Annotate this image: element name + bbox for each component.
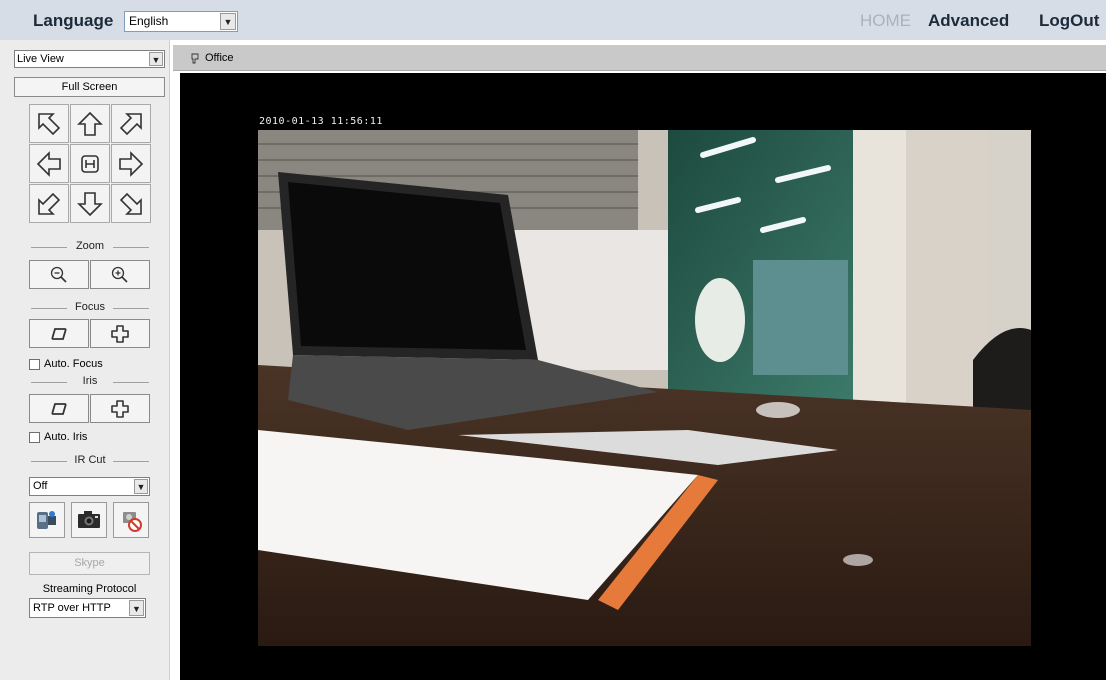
- focus-far-icon: [111, 324, 129, 343]
- pan-right-button[interactable]: [111, 144, 151, 183]
- streaming-protocol-select[interactable]: RTP over HTTP ▼: [29, 598, 146, 618]
- focus-near-icon: [51, 327, 67, 340]
- office-scene-image: [258, 130, 1031, 646]
- arrow-up-icon: [77, 111, 103, 136]
- stop-recording-button[interactable]: [113, 502, 149, 538]
- auto-focus-checkbox-row[interactable]: Auto. Focus: [29, 358, 103, 370]
- arrow-left-icon: [36, 150, 61, 177]
- auto-focus-label: Auto. Focus: [44, 358, 103, 370]
- iris-close-button[interactable]: [29, 394, 89, 423]
- iris-open-icon: [111, 399, 129, 418]
- pan-up-right-button[interactable]: [111, 104, 151, 143]
- zoom-out-button[interactable]: [29, 260, 89, 289]
- ptz-home-button[interactable]: [70, 144, 110, 183]
- pan-left-button[interactable]: [29, 144, 69, 183]
- view-mode-value: Live View: [17, 53, 64, 65]
- pan-down-right-button[interactable]: [111, 184, 151, 223]
- focus-near-button[interactable]: [29, 319, 89, 348]
- nav-logout-link[interactable]: LogOut: [1039, 11, 1099, 31]
- snapshot-button[interactable]: [71, 502, 107, 538]
- arrow-up-left-icon: [38, 112, 61, 135]
- auto-iris-label: Auto. Iris: [44, 431, 88, 443]
- control-sidebar: Live View ▼ Full Screen Zoom Focus Auto.…: [0, 40, 170, 680]
- tilt-up-button[interactable]: [70, 104, 110, 143]
- home-icon: [81, 154, 99, 173]
- auto-iris-checkbox-row[interactable]: Auto. Iris: [29, 431, 87, 443]
- ir-cut-value: Off: [33, 480, 48, 492]
- tilt-down-button[interactable]: [70, 184, 110, 223]
- language-value: English: [129, 14, 169, 28]
- streaming-protocol-value: RTP over HTTP: [33, 602, 111, 614]
- nav-home-link[interactable]: HOME: [860, 11, 911, 31]
- auto-iris-checkbox[interactable]: [29, 431, 40, 443]
- chevron-down-icon[interactable]: ▼: [220, 13, 236, 30]
- live-video-frame[interactable]: 2010-01-13 11:56:11: [180, 73, 1106, 680]
- language-select[interactable]: English ▼: [124, 11, 238, 32]
- arrow-up-right-icon: [119, 112, 142, 135]
- arrow-down-icon: [77, 191, 103, 216]
- auto-focus-checkbox[interactable]: [29, 358, 40, 370]
- stop-icon: [123, 512, 142, 532]
- language-label: Language: [33, 11, 114, 30]
- camera-header: Office: [173, 45, 1106, 71]
- video-feed-image: [258, 130, 1031, 646]
- nav-advanced-link[interactable]: Advanced: [928, 11, 1009, 31]
- full-screen-button[interactable]: Full Screen: [14, 77, 165, 97]
- arrow-right-icon: [119, 150, 144, 177]
- pan-up-left-button[interactable]: [29, 104, 69, 143]
- zoom-out-icon: [50, 266, 67, 283]
- zoom-in-icon: [111, 266, 128, 283]
- ir-cut-label: IR Cut: [29, 454, 151, 466]
- ir-cut-select[interactable]: Off ▼: [29, 477, 150, 496]
- snapshot-icon: [78, 511, 100, 528]
- skype-button[interactable]: Skype: [29, 552, 150, 575]
- view-mode-select[interactable]: Live View ▼: [14, 50, 165, 68]
- arrow-down-left-icon: [38, 192, 61, 215]
- chevron-down-icon[interactable]: ▼: [129, 600, 144, 616]
- arrow-down-right-icon: [119, 192, 142, 215]
- zoom-label: Zoom: [29, 240, 151, 252]
- top-bar: Language English ▼ HOME Advanced LogOut: [0, 0, 1106, 40]
- focus-label: Focus: [29, 301, 151, 313]
- chevron-down-icon[interactable]: ▼: [134, 479, 148, 494]
- video-record-icon: [37, 511, 56, 529]
- camera-icon: [191, 53, 199, 63]
- record-video-button[interactable]: [29, 502, 65, 538]
- chevron-down-icon[interactable]: ▼: [149, 52, 163, 66]
- ptz-control-pad: [29, 104, 151, 223]
- zoom-in-button[interactable]: [90, 260, 150, 289]
- video-timestamp: 2010-01-13 11:56:11: [259, 116, 383, 127]
- iris-close-icon: [51, 402, 67, 415]
- focus-far-button[interactable]: [90, 319, 150, 348]
- pan-down-left-button[interactable]: [29, 184, 69, 223]
- camera-title: Office: [190, 52, 234, 64]
- iris-label: Iris: [29, 375, 151, 387]
- iris-open-button[interactable]: [90, 394, 150, 423]
- camera-name: Office: [205, 52, 234, 64]
- streaming-protocol-label: Streaming Protocol: [42, 583, 137, 595]
